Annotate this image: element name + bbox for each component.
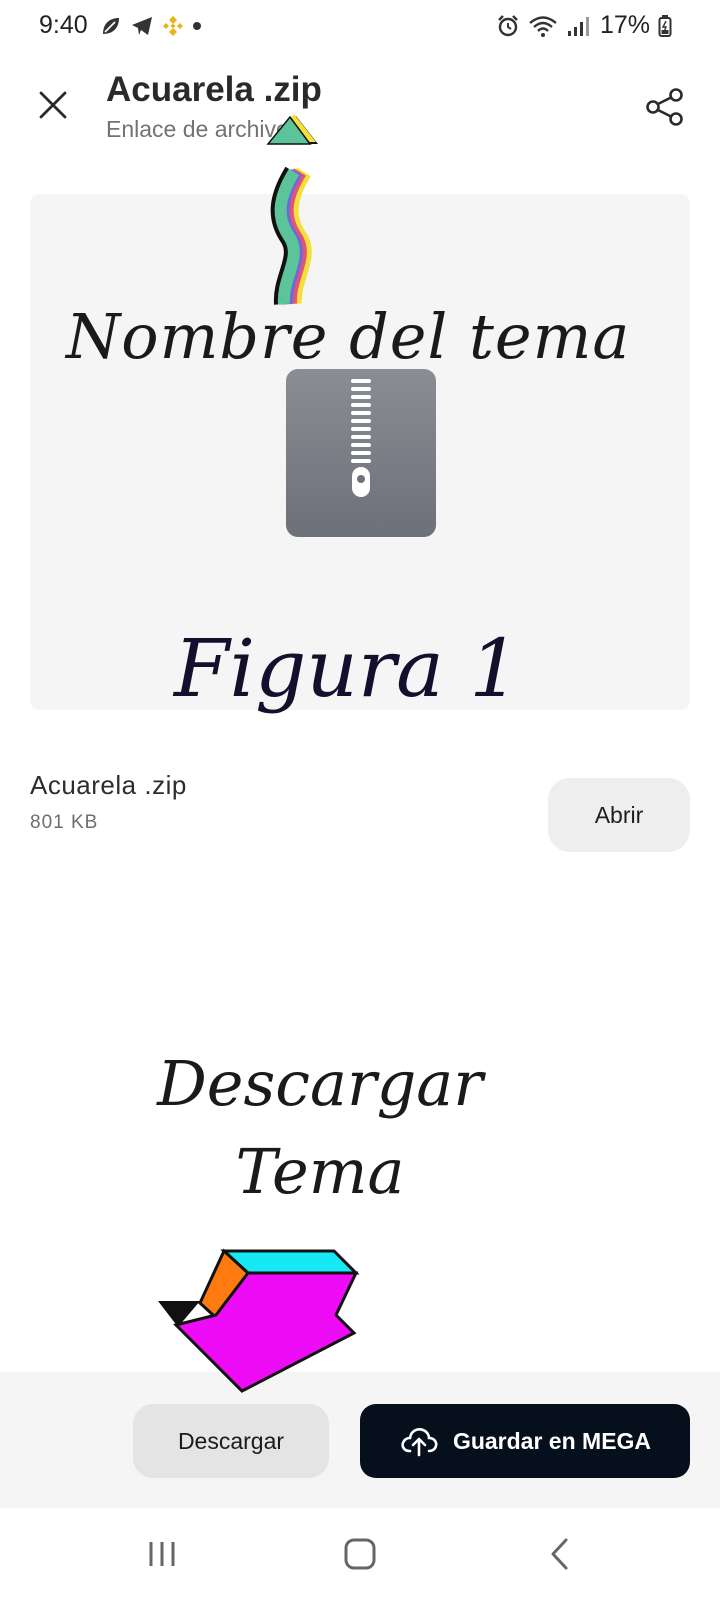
share-button[interactable] — [640, 82, 690, 132]
file-name: Acuarela .zip — [30, 770, 187, 800]
recent-apps-icon — [149, 1542, 175, 1566]
cloud-upload-icon — [401, 1428, 438, 1457]
back-icon — [551, 1538, 568, 1570]
battery-percent: 17% — [599, 11, 650, 39]
close-icon — [39, 91, 67, 119]
status-bar: 9:40 17% — [0, 0, 720, 52]
status-time: 9:40 — [39, 11, 88, 39]
telegram-icon — [132, 17, 152, 35]
header: Acuarela .zip Enlace de archivo — [0, 52, 720, 162]
leaf-icon — [103, 18, 119, 34]
status-left-icons — [100, 14, 202, 38]
wifi-icon — [529, 15, 557, 37]
save-to-mega-label: Guardar en MEGA — [452, 1427, 652, 1454]
zip-archive-icon — [286, 369, 436, 537]
page-title: Acuarela .zip — [106, 70, 322, 109]
annotation-theme-name: Nombre del tema — [66, 300, 631, 373]
status-right-icons: 17% — [496, 11, 672, 40]
battery-icon — [658, 14, 672, 37]
share-icon — [646, 88, 683, 126]
home-icon — [344, 1538, 376, 1570]
signal-icon — [567, 16, 589, 36]
home-button[interactable] — [330, 1530, 390, 1578]
annotation-download-line-1: Descargar — [157, 1047, 483, 1120]
annotation-3d-arrow-icon — [158, 1248, 360, 1393]
file-size: 801 KB — [30, 812, 99, 833]
recent-apps-button[interactable] — [132, 1530, 192, 1578]
zipper-graphic — [351, 379, 371, 497]
annotation-figure: Figura 1 — [174, 622, 521, 715]
download-button[interactable]: Descargar — [133, 1404, 329, 1478]
save-to-mega-button[interactable]: Guardar en MEGA — [360, 1404, 690, 1478]
back-button[interactable] — [530, 1530, 590, 1578]
dot-icon — [193, 22, 201, 30]
system-navigation-bar — [0, 1508, 720, 1600]
alarm-icon — [498, 14, 518, 36]
close-button[interactable] — [30, 82, 76, 128]
open-button[interactable]: Abrir — [548, 778, 690, 852]
annotation-squiggle-arrow-icon — [266, 114, 318, 305]
annotation-download-theme: Descargar Tema — [140, 1040, 500, 1216]
annotation-download-line-2: Tema — [235, 1135, 405, 1208]
binance-icon — [163, 16, 183, 36]
